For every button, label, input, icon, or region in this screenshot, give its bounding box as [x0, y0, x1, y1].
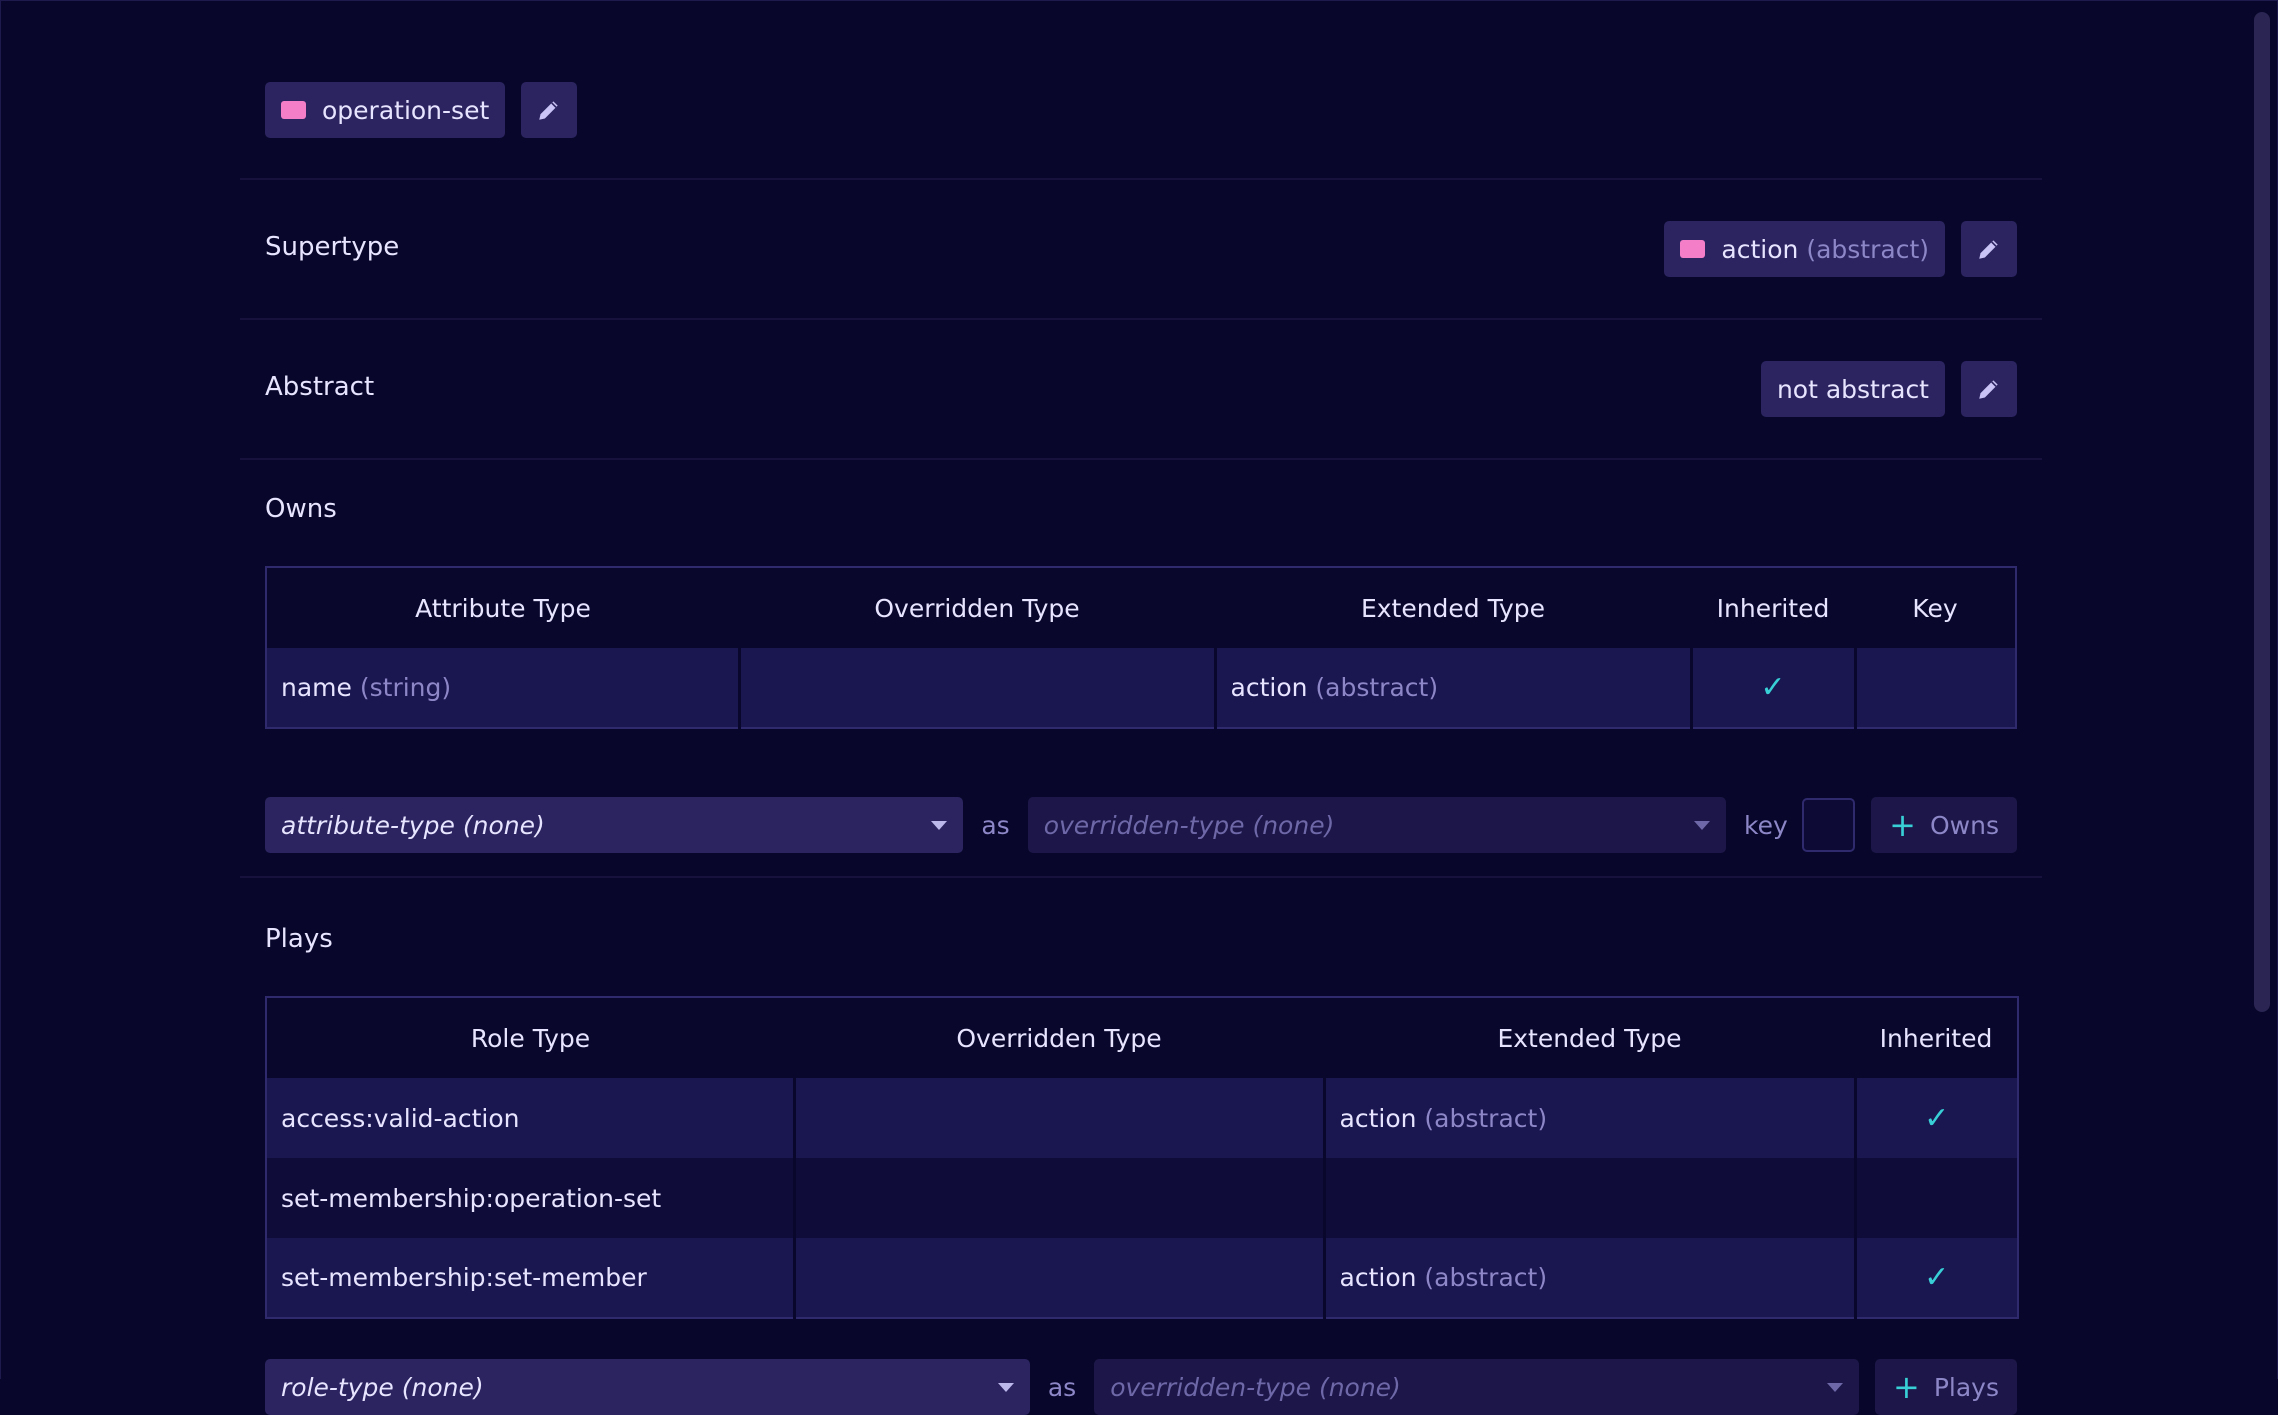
overridden-cell — [739, 648, 1217, 728]
header-section: operation-set — [240, 0, 2042, 180]
column-header: Overridden Type — [794, 997, 1324, 1078]
add-plays-label: Plays — [1933, 1372, 1999, 1402]
column-header: Inherited — [1691, 567, 1855, 648]
add-owns-button[interactable]: + Owns — [1871, 797, 2017, 853]
key-label: key — [1744, 810, 1788, 840]
edit-type-name-button[interactable] — [521, 82, 578, 138]
pencil-icon — [539, 101, 558, 120]
overridden-type-select[interactable]: overridden-type (none) — [1094, 1359, 1860, 1415]
owns-table: Attribute Type Overridden Type Extended … — [265, 566, 2017, 729]
overridden-cell — [794, 1158, 1326, 1238]
abstract-value-chip[interactable]: not abstract — [1760, 361, 1945, 417]
extended-qualifier: (abstract) — [1424, 1263, 1548, 1292]
column-header: Key — [1855, 567, 2016, 648]
overridden-cell — [794, 1078, 1326, 1158]
add-owns-label: Owns — [1929, 810, 1999, 840]
role-type-placeholder: role-type (none) — [281, 1372, 484, 1402]
pencil-icon — [1979, 380, 1998, 399]
add-plays-button[interactable]: + Plays — [1875, 1359, 2017, 1415]
column-header: Inherited — [1855, 997, 2018, 1078]
plays-table: Role Type Overridden Type Extended Type … — [265, 996, 2019, 1319]
table-row[interactable]: name (string) action (abstract) ✓ — [266, 648, 2016, 728]
chevron-down-icon — [931, 820, 948, 830]
key-cell — [1855, 648, 2016, 728]
as-label: as — [981, 810, 1010, 840]
chevron-down-icon — [1827, 1382, 1844, 1392]
column-header: Extended Type — [1215, 567, 1691, 648]
extended-cell: action (abstract) — [1324, 1078, 1857, 1158]
extended-type: action — [1230, 673, 1308, 702]
type-editor: operation-set Supertype action (abstract… — [240, 0, 2042, 1415]
key-checkbox[interactable] — [1801, 798, 1856, 852]
abstract-label: Abstract — [265, 372, 375, 402]
extended-cell — [1324, 1158, 1857, 1238]
inherited-cell — [1855, 1158, 2018, 1238]
column-header: Extended Type — [1324, 997, 1855, 1078]
plays-form-row: role-type (none) as overridden-type (non… — [265, 1359, 2017, 1415]
extended-cell: action (abstract) — [1215, 648, 1693, 728]
attribute-type-placeholder: attribute-type (none) — [281, 810, 545, 840]
attribute-value-type: (string) — [359, 673, 452, 702]
type-name-chip[interactable]: operation-set — [265, 82, 506, 138]
extended-type: action — [1339, 1263, 1417, 1292]
entity-type-icon — [1680, 240, 1706, 258]
supertype-chip[interactable]: action (abstract) — [1664, 221, 1945, 277]
as-label: as — [1047, 1372, 1077, 1402]
inherited-cell: ✓ — [1855, 1078, 2018, 1158]
column-header: Attribute Type — [266, 567, 739, 648]
role-cell: set-membership:operation-set — [266, 1158, 796, 1238]
plus-icon: + — [1893, 1368, 1920, 1406]
chevron-down-icon — [997, 1382, 1014, 1392]
column-header: Role Type — [266, 997, 794, 1078]
plays-section: Plays Role Type Overridden Type Extended… — [240, 878, 2042, 1415]
table-row[interactable]: access:valid-action action (abstract) ✓ — [266, 1078, 2018, 1158]
role-cell: set-membership:set-member — [266, 1238, 796, 1318]
scrollbar[interactable] — [2254, 12, 2270, 1012]
checkmark-icon: ✓ — [1924, 1260, 1950, 1295]
role-type-select[interactable]: role-type (none) — [265, 1359, 1030, 1415]
owns-label: Owns — [265, 494, 337, 524]
supertype-section: Supertype action (abstract) — [240, 180, 2042, 320]
supertype-qualifier: (abstract) — [1806, 234, 1929, 264]
extended-qualifier: (abstract) — [1315, 673, 1439, 702]
attribute-type-select[interactable]: attribute-type (none) — [265, 797, 964, 853]
plays-label: Plays — [265, 924, 333, 954]
pencil-icon — [1979, 240, 1998, 259]
inherited-cell: ✓ — [1691, 648, 1857, 728]
checkmark-icon: ✓ — [1924, 1100, 1950, 1136]
extended-qualifier: (abstract) — [1424, 1103, 1548, 1133]
type-name: operation-set — [322, 95, 490, 125]
supertype-value: action — [1721, 234, 1799, 264]
attribute-name: name — [281, 673, 352, 702]
table-row[interactable]: set-membership:set-member action (abstra… — [266, 1238, 2018, 1318]
column-header: Overridden Type — [739, 567, 1215, 648]
abstract-section: Abstract not abstract — [240, 320, 2042, 460]
overridden-type-placeholder: overridden-type (none) — [1043, 810, 1335, 840]
plus-icon: + — [1889, 806, 1916, 844]
role-cell: access:valid-action — [266, 1078, 796, 1158]
entity-type-icon — [281, 101, 306, 119]
extended-cell: action (abstract) — [1324, 1238, 1857, 1318]
chevron-down-icon — [1694, 820, 1711, 830]
attribute-cell: name (string) — [266, 648, 741, 728]
supertype-label: Supertype — [265, 232, 400, 262]
overridden-type-placeholder: overridden-type (none) — [1110, 1372, 1401, 1402]
inherited-cell: ✓ — [1855, 1238, 2018, 1318]
owns-form-row: attribute-type (none) as overridden-type… — [265, 797, 2017, 853]
overridden-cell — [794, 1238, 1326, 1318]
overridden-type-select[interactable]: overridden-type (none) — [1027, 797, 1727, 853]
checkmark-icon: ✓ — [1760, 670, 1786, 705]
owns-section: Owns Attribute Type Overridden Type Exte… — [240, 460, 2042, 878]
edit-abstract-button[interactable] — [1961, 361, 2017, 417]
table-row[interactable]: set-membership:operation-set — [266, 1158, 2018, 1238]
extended-type: action — [1339, 1103, 1417, 1133]
edit-supertype-button[interactable] — [1961, 221, 2017, 277]
